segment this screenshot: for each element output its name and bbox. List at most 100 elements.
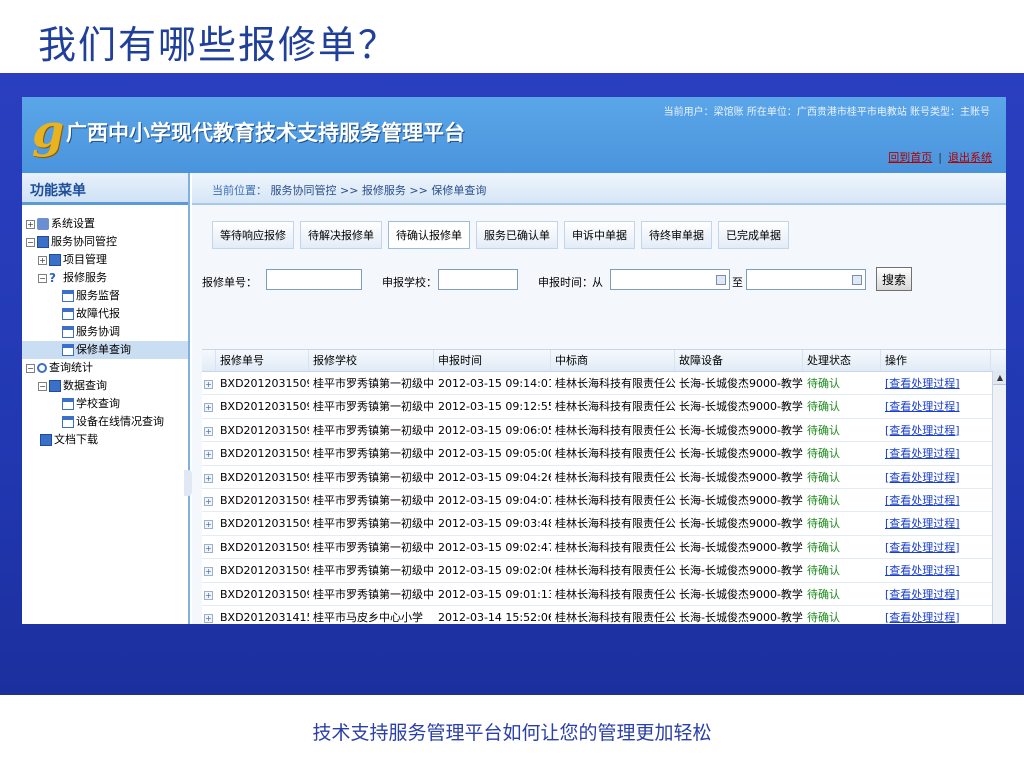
- school-cell-wrap: 桂平市罗秀镇第一初级中学: [309, 419, 434, 441]
- vertical-scrollbar[interactable]: ▲: [992, 371, 1006, 624]
- collapse-minus-icon[interactable]: −: [38, 381, 47, 391]
- sidebar-item-device-online-query[interactable]: 设备在线情况查询: [22, 413, 188, 431]
- row-expand-cell[interactable]: +: [202, 442, 216, 464]
- row-expand-icon[interactable]: +: [204, 590, 213, 600]
- order-number-cell: BXD2012031509011: [220, 587, 309, 601]
- sidebar-item-service-supervision[interactable]: 服务监督: [22, 287, 188, 305]
- sidebar-item-label: 学校查询: [76, 397, 120, 410]
- sidebar-item-project-management[interactable]: + 项目管理: [22, 251, 188, 269]
- table-row[interactable]: + BXD2012031509050 桂平市罗秀镇第一初级中学 2012-03-15 …: [202, 442, 1006, 466]
- row-expand-cell[interactable]: +: [202, 372, 216, 394]
- folder-icon: [49, 380, 61, 392]
- calendar-icon[interactable]: [852, 275, 862, 285]
- table-row[interactable]: + BXD2012031509125 桂平市罗秀镇第一初级中学 2012-03-15 …: [202, 395, 1006, 419]
- home-link[interactable]: 回到首页: [888, 151, 932, 164]
- sidebar-item-document-download[interactable]: 文档下载: [22, 431, 188, 449]
- view-process-link[interactable]: [查看处理过程]: [885, 611, 960, 624]
- row-expand-cell[interactable]: +: [202, 419, 216, 441]
- search-button[interactable]: 搜索: [876, 267, 913, 291]
- view-process-link[interactable]: [查看处理过程]: [885, 494, 960, 507]
- from-date-input[interactable]: [610, 269, 730, 290]
- row-expand-cell[interactable]: +: [202, 489, 216, 511]
- view-process-link[interactable]: [查看处理过程]: [885, 447, 960, 460]
- view-process-link[interactable]: [查看处理过程]: [885, 517, 960, 530]
- row-expand-cell[interactable]: +: [202, 559, 216, 581]
- collapse-minus-icon[interactable]: −: [26, 237, 35, 247]
- order-number-cell-wrap: BXD2012031509034: [216, 512, 309, 534]
- header-vendor[interactable]: 中标商: [551, 350, 675, 371]
- tab-completed[interactable]: 已完成单据: [718, 221, 789, 249]
- table-row[interactable]: + BXD2012031509034 桂平市罗秀镇第一初级中学 2012-03-15 …: [202, 512, 1006, 536]
- table-row[interactable]: + BXD2012031509040 桂平市罗秀镇第一初级中学 2012-03-15 …: [202, 488, 1006, 513]
- table-row[interactable]: + BXD2012031415520 桂平市马皮乡中心小学 2012-03-14 15…: [202, 605, 1006, 624]
- header-status[interactable]: 处理状态: [803, 350, 881, 371]
- vendor-cell: 桂林长海科技有限责任公司: [555, 610, 675, 624]
- sidebar-item-system-settings[interactable]: + 系统设置: [22, 215, 188, 233]
- sidebar-item-query-statistics[interactable]: − 查询统计: [22, 359, 188, 377]
- row-expand-icon[interactable]: +: [204, 380, 213, 389]
- panel-collapse-handle[interactable]: [184, 470, 192, 496]
- document-icon: [62, 290, 74, 302]
- sidebar-item-service-coordinate[interactable]: 服务协调: [22, 323, 188, 341]
- sidebar-item-fault-report[interactable]: 故障代报: [22, 305, 188, 323]
- row-expand-cell[interactable]: +: [202, 512, 216, 534]
- device-cell-wrap: 长海-长城俊杰9000-教学终端: [675, 559, 803, 581]
- tab-to-confirm[interactable]: 待确认报修单: [388, 221, 470, 249]
- report-time-cell-wrap: 2012-03-15 09:02:47: [434, 536, 551, 558]
- row-expand-icon[interactable]: +: [204, 426, 213, 436]
- row-expand-icon[interactable]: +: [204, 496, 213, 506]
- row-expand-icon[interactable]: +: [204, 613, 213, 623]
- table-row[interactable]: + BXD2012031509140 桂平市罗秀镇第一初级中学 2012-03-15 …: [202, 372, 1006, 396]
- view-process-link[interactable]: [查看处理过程]: [885, 471, 960, 484]
- view-process-link[interactable]: [查看处理过程]: [885, 564, 960, 577]
- school-input[interactable]: [438, 269, 518, 290]
- document-icon: [62, 344, 74, 356]
- header-order-number[interactable]: 报修单号: [216, 350, 309, 371]
- table-row[interactable]: + BXD2012031509024 桂平市罗秀镇第一初级中学 2012-03-15 …: [202, 535, 1006, 560]
- sidebar-item-school-query[interactable]: 学校查询: [22, 395, 188, 413]
- calendar-icon[interactable]: [716, 275, 726, 285]
- header-report-time[interactable]: 申报时间: [434, 350, 551, 371]
- order-number-input[interactable]: [266, 269, 362, 290]
- header-device[interactable]: 故障设备: [675, 350, 803, 371]
- view-process-link[interactable]: [查看处理过程]: [885, 377, 960, 390]
- row-expand-icon[interactable]: +: [204, 567, 213, 577]
- sidebar-item-data-query[interactable]: − 数据查询: [22, 377, 188, 395]
- table-row[interactable]: + BXD2012031509060 桂平市罗秀镇第一初级中学 2012-03-15 …: [202, 418, 1006, 443]
- row-expand-icon[interactable]: +: [204, 450, 213, 460]
- row-expand-cell[interactable]: +: [202, 606, 216, 624]
- table-row[interactable]: + BXD2012031509042 桂平市罗秀镇第一初级中学 2012-03-15 …: [202, 465, 1006, 489]
- table-row[interactable]: + BXD2012031509020 桂平市罗秀镇第一初级中学 2012-03-15 …: [202, 559, 1006, 583]
- sidebar-item-repair-order-query[interactable]: 保修单查询: [22, 341, 188, 359]
- tab-awaiting-response[interactable]: 等待响应报修: [212, 221, 294, 249]
- expand-plus-icon[interactable]: +: [26, 219, 35, 229]
- view-process-link[interactable]: [查看处理过程]: [885, 588, 960, 601]
- sidebar-item-service-coordination[interactable]: − 服务协同管控: [22, 233, 188, 251]
- tab-to-resolve[interactable]: 待解决报修单: [300, 221, 382, 249]
- table-row[interactable]: + BXD2012031509011 桂平市罗秀镇第一初级中学 2012-03-15 …: [202, 582, 1006, 606]
- to-date-input[interactable]: [746, 269, 866, 290]
- row-expand-icon[interactable]: +: [204, 403, 213, 413]
- sidebar-item-repair-service[interactable]: − ? 报修服务: [22, 269, 188, 287]
- row-expand-cell[interactable]: +: [202, 536, 216, 558]
- row-expand-icon[interactable]: +: [204, 520, 213, 530]
- view-process-link[interactable]: [查看处理过程]: [885, 424, 960, 437]
- row-expand-cell[interactable]: +: [202, 395, 216, 417]
- row-expand-cell[interactable]: +: [202, 466, 216, 488]
- scroll-up-arrow-icon[interactable]: ▲: [993, 371, 1006, 385]
- row-expand-icon[interactable]: +: [204, 543, 213, 553]
- device-cell: 长海-长城俊杰9000-教学终端: [679, 400, 803, 414]
- tab-appealing[interactable]: 申诉中单据: [564, 221, 635, 249]
- logout-link[interactable]: 退出系统: [948, 151, 992, 164]
- view-process-link[interactable]: [查看处理过程]: [885, 400, 960, 413]
- header-school[interactable]: 报修学校: [309, 350, 434, 371]
- expand-plus-icon[interactable]: +: [38, 255, 47, 265]
- collapse-minus-icon[interactable]: −: [38, 273, 47, 283]
- row-expand-icon[interactable]: +: [204, 473, 213, 483]
- time-label: 申报时间：: [538, 276, 593, 289]
- collapse-minus-icon[interactable]: −: [26, 363, 35, 373]
- tab-final-review[interactable]: 待终审单据: [641, 221, 712, 249]
- row-expand-cell[interactable]: +: [202, 583, 216, 605]
- tab-confirmed[interactable]: 服务已确认单: [476, 221, 558, 249]
- view-process-link[interactable]: [查看处理过程]: [885, 541, 960, 554]
